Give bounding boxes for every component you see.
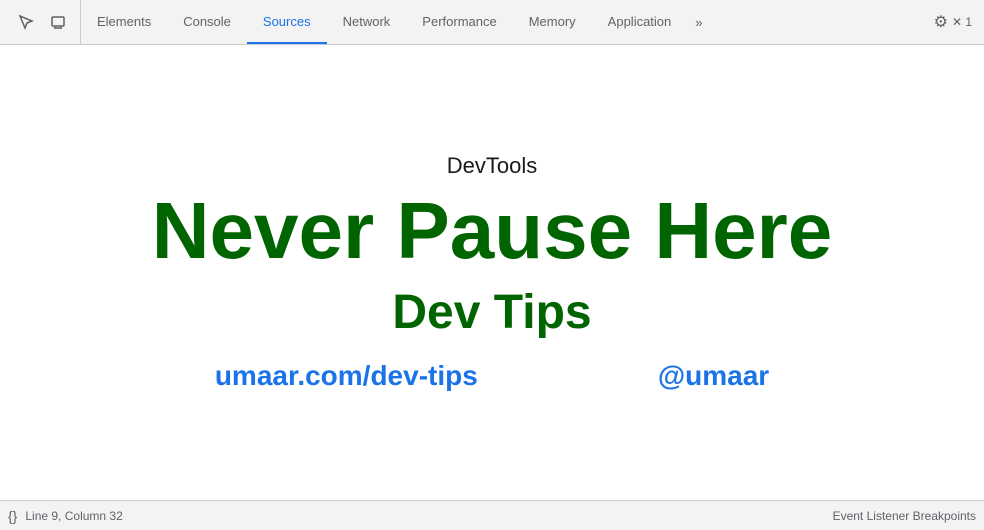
breakpoints-label: Event Listener Breakpoints bbox=[833, 509, 976, 523]
cursor-position: Line 9, Column 32 bbox=[25, 509, 122, 523]
close-devtools-label: ✕ 1 bbox=[952, 15, 972, 29]
tabs-container: Elements Console Sources Network Perform… bbox=[81, 0, 926, 44]
tab-elements[interactable]: Elements bbox=[81, 0, 167, 44]
status-bar-left: {} Line 9, Column 32 bbox=[8, 508, 123, 524]
status-bar: {} Line 9, Column 32 Event Listener Brea… bbox=[0, 500, 984, 530]
settings-icon[interactable]: ⚙ bbox=[934, 12, 948, 32]
tab-network[interactable]: Network bbox=[327, 0, 407, 44]
tab-console[interactable]: Console bbox=[167, 0, 247, 44]
status-bar-right: Event Listener Breakpoints bbox=[833, 509, 976, 523]
curly-braces-icon: {} bbox=[8, 508, 17, 524]
tab-application[interactable]: Application bbox=[592, 0, 688, 44]
main-title: Never Pause Here bbox=[152, 187, 832, 275]
more-tabs-button[interactable]: » bbox=[687, 0, 710, 44]
tab-performance[interactable]: Performance bbox=[406, 0, 512, 44]
toolbar-right: ⚙ ✕ 1 bbox=[926, 12, 980, 32]
tab-memory[interactable]: Memory bbox=[513, 0, 592, 44]
tab-sources[interactable]: Sources bbox=[247, 0, 327, 44]
links-row: umaar.com/dev-tips @umaar bbox=[215, 360, 769, 392]
subtitle: DevTools bbox=[447, 153, 537, 179]
website-link[interactable]: umaar.com/dev-tips bbox=[215, 360, 478, 392]
inspect-icon[interactable] bbox=[12, 8, 40, 36]
device-toolbar-icon[interactable] bbox=[44, 8, 72, 36]
twitter-link[interactable]: @umaar bbox=[658, 360, 769, 392]
devtools-toolbar: Elements Console Sources Network Perform… bbox=[0, 0, 984, 45]
main-content: DevTools Never Pause Here Dev Tips umaar… bbox=[0, 45, 984, 500]
section-title: Dev Tips bbox=[392, 285, 591, 340]
toolbar-icon-group bbox=[4, 0, 81, 44]
